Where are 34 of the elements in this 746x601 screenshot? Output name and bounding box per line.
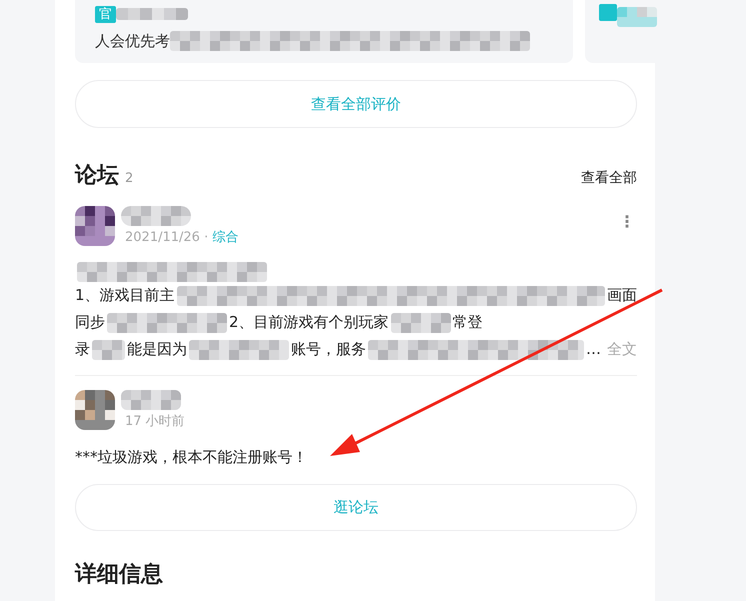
redaction-mosaic — [116, 8, 188, 20]
comment-text: ***垃圾游戏，根本不能注册账号！ — [75, 448, 308, 467]
post-text: 常登 — [452, 312, 483, 333]
section-title: 详细信息 — [75, 561, 164, 589]
redaction-mosaic — [121, 390, 181, 410]
review-text: 人会优先考 — [95, 32, 170, 50]
view-all-link[interactable]: 查看全部 — [581, 169, 637, 187]
category-link[interactable]: 综合 — [212, 230, 238, 245]
official-badge — [599, 4, 617, 21]
post-text: 录 — [75, 339, 90, 360]
post-text: 2、目前游戏有个别玩家 — [229, 312, 389, 333]
post-text: 账号，服务 — [290, 339, 366, 360]
redaction-mosaic — [92, 340, 126, 360]
section-title: 论坛 — [75, 162, 119, 190]
comment-time: 17 小时前 — [125, 413, 185, 430]
redaction-mosaic — [617, 6, 657, 27]
read-more-link[interactable]: 全文 — [607, 336, 637, 363]
post-count: 2 — [125, 171, 134, 186]
review-card[interactable]: 官 人会优先考 — [75, 0, 573, 63]
blurred-avatar[interactable] — [75, 206, 115, 246]
post-text: 画面 — [607, 285, 637, 306]
post-text: 能是因为 — [127, 339, 188, 360]
post-date: 2021/11/26 — [125, 230, 200, 245]
blurred-avatar[interactable] — [75, 390, 115, 430]
official-badge: 官 — [95, 6, 116, 23]
separator-dot: · — [204, 230, 208, 245]
redaction-mosaic — [390, 312, 451, 332]
post-text: 1、游戏目前主 — [75, 285, 175, 306]
post-text: … — [586, 339, 601, 360]
browse-forum-button[interactable]: 逛论坛 — [75, 484, 637, 531]
redaction-mosaic — [121, 206, 191, 226]
more-options-button[interactable]: ⋮ — [619, 212, 635, 231]
post-text: 同步 — [75, 312, 105, 333]
view-all-reviews-button[interactable]: 查看全部评价 — [75, 80, 637, 128]
